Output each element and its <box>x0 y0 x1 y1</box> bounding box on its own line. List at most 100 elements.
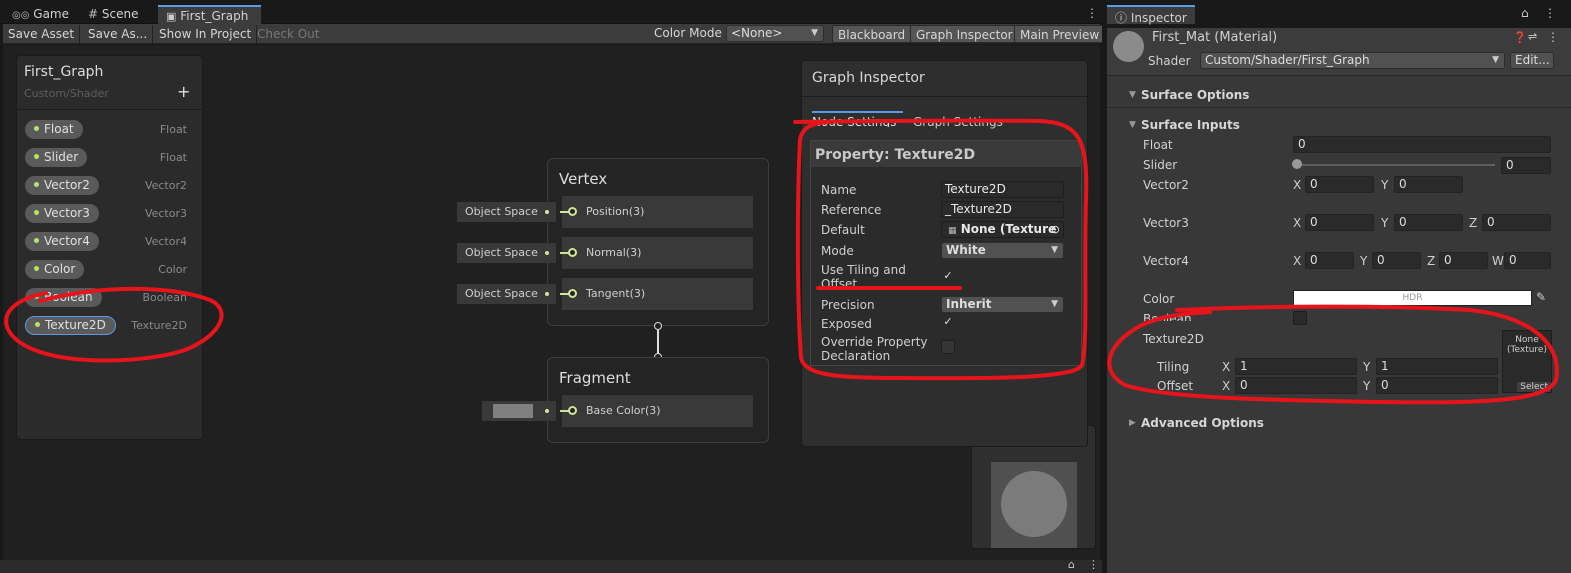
fragment-slot-base-color[interactable]: Base Color(3) <box>560 395 753 427</box>
tiling-x-field[interactable]: 1 <box>1235 358 1357 375</box>
vector4-w-field[interactable]: 0 <box>1504 252 1551 269</box>
color-swatch[interactable] <box>493 404 533 418</box>
main-preview-toggle[interactable]: Main Preview <box>1014 25 1106 43</box>
property-pill-vector4[interactable]: Vector4 <box>25 232 99 251</box>
lock-icon[interactable]: ⌂ <box>1068 558 1075 571</box>
mode-label: Mode <box>821 244 854 258</box>
axis-x-label: X <box>1293 254 1302 268</box>
object-picker-icon[interactable]: ⊙ <box>1051 222 1060 237</box>
shader-label: Shader <box>1148 54 1191 68</box>
vertex-node[interactable]: Vertex Position(3) Normal(3) Tangent(3) <box>547 158 769 326</box>
vector4-x-field[interactable]: 0 <box>1305 252 1354 269</box>
exposed-checkbox[interactable]: ✓ <box>941 316 955 330</box>
more-menu-icon[interactable]: ⋮ <box>1086 6 1098 20</box>
tab-game[interactable]: ◎◎ Game <box>4 5 77 24</box>
axis-x-label: X <box>1222 360 1231 374</box>
color-label: Color <box>1143 292 1175 306</box>
axis-y-label: Y <box>1381 216 1389 230</box>
override-checkbox[interactable] <box>941 340 955 354</box>
property-type: Texture2D <box>131 319 187 332</box>
vertex-slot-normal[interactable]: Normal(3) <box>560 237 753 269</box>
property-pill-vector2[interactable]: Vector2 <box>25 176 99 195</box>
eyedropper-icon[interactable]: ✎ <box>1536 290 1546 304</box>
vector4-z-field[interactable]: 0 <box>1439 252 1488 269</box>
vector3-y-field[interactable]: 0 <box>1394 214 1463 231</box>
more-menu-icon[interactable]: ⋮ <box>1088 558 1099 571</box>
property-pill-slider[interactable]: Slider <box>25 148 88 167</box>
port-icon[interactable] <box>568 406 577 415</box>
tiling-y-field[interactable]: 1 <box>1376 358 1498 375</box>
precision-dropdown[interactable]: Inherit ▼ <box>941 296 1064 313</box>
port-icon[interactable] <box>568 248 577 257</box>
vector4-y-field[interactable]: 0 <box>1372 252 1421 269</box>
vector3-z-field[interactable]: 0 <box>1482 214 1551 231</box>
boolean-label: Boolean <box>1143 312 1192 321</box>
slider-thumb[interactable] <box>1292 159 1302 169</box>
tab-scene-label: Scene <box>101 7 139 21</box>
graph-inspector-toggle[interactable]: Graph Inspector <box>910 25 1019 43</box>
tab-scene[interactable]: # Scene <box>80 5 146 24</box>
vector3-label: Vector3 <box>1143 216 1189 230</box>
override-label-1: Override Property <box>821 335 928 349</box>
blackboard-toggle[interactable]: Blackboard <box>832 25 912 43</box>
presets-icon[interactable]: ⇌ <box>1528 30 1537 43</box>
color-field[interactable]: HDR <box>1293 290 1532 306</box>
edit-shader-button[interactable]: Edit... <box>1510 52 1554 69</box>
save-as-button[interactable]: Save As... <box>83 25 154 43</box>
offset-y-field[interactable]: 0 <box>1376 377 1498 394</box>
shader-dropdown[interactable]: Custom/Shader/First_Graph ▼ <box>1200 52 1505 69</box>
graph-toolbar: Save Asset Save As... Show In Project Ch… <box>3 24 1106 44</box>
object-space-input[interactable]: Object Space <box>457 243 556 263</box>
float-field[interactable]: 0 <box>1293 136 1551 153</box>
surface-options-foldout[interactable]: ▼ Surface Options <box>1107 85 1571 105</box>
more-menu-icon[interactable]: ⋮ <box>1544 6 1556 20</box>
graph-canvas[interactable]: First_Graph Custom/Shader + Float Float Sl… <box>3 45 1100 560</box>
lock-icon[interactable]: ⌂ <box>1521 6 1529 20</box>
advanced-options-foldout[interactable]: ▶ Advanced Options <box>1107 413 1571 433</box>
chevron-down-icon: ▼ <box>1492 55 1499 65</box>
vector2-x-field[interactable]: 0 <box>1305 176 1374 193</box>
preview-viewport[interactable] <box>991 462 1077 548</box>
slider-track[interactable] <box>1297 164 1495 166</box>
tab-node-settings[interactable]: Node Settings <box>812 111 903 127</box>
property-pill-float[interactable]: Float <box>25 120 83 139</box>
object-space-input[interactable]: Object Space <box>457 202 556 222</box>
flow-port-icon[interactable] <box>654 322 662 330</box>
name-field[interactable]: Texture2D <box>941 181 1064 198</box>
object-space-input[interactable]: Object Space <box>457 284 556 304</box>
vector2-y-field[interactable]: 0 <box>1394 176 1463 193</box>
check-out-button[interactable]: Check Out <box>252 25 324 43</box>
offset-x-field[interactable]: 0 <box>1235 377 1357 394</box>
save-asset-button[interactable]: Save Asset <box>3 25 81 43</box>
help-icon[interactable]: ❓ <box>1513 31 1527 44</box>
vector3-x-field[interactable]: 0 <box>1305 214 1374 231</box>
show-in-project-button[interactable]: Show In Project <box>154 25 258 43</box>
use-tiling-checkbox[interactable]: ✓ <box>941 270 955 284</box>
mode-dropdown[interactable]: White ▼ <box>941 242 1064 259</box>
port-icon[interactable] <box>568 289 577 298</box>
fragment-node[interactable]: Fragment Base Color(3) <box>547 357 769 443</box>
more-menu-icon[interactable]: ⋮ <box>1547 30 1559 44</box>
tab-graph-settings[interactable]: Graph Settings <box>913 115 1003 129</box>
color-mode-dropdown[interactable]: <None> ▼ <box>726 25 824 42</box>
divider <box>1107 107 1571 108</box>
boolean-checkbox[interactable] <box>1293 311 1307 325</box>
vertex-slot-tangent[interactable]: Tangent(3) <box>560 278 753 310</box>
port-icon[interactable] <box>568 207 577 216</box>
use-tiling-label-1: Use Tiling and <box>821 263 906 277</box>
default-texture-field[interactable]: ▦ None (Texture ⊙ <box>941 221 1064 238</box>
vertex-slot-position[interactable]: Position(3) <box>560 196 753 228</box>
slider-value-field[interactable]: 0 <box>1501 157 1551 174</box>
property-pill-color[interactable]: Color <box>25 260 85 279</box>
property-pill-vector3[interactable]: Vector3 <box>25 204 99 223</box>
texture-slot[interactable]: None (Texture) Select <box>1502 330 1552 393</box>
select-texture-button[interactable]: Select <box>1517 382 1551 392</box>
axis-y-label: Y <box>1360 254 1368 268</box>
add-property-button[interactable]: + <box>177 82 190 101</box>
surface-inputs-foldout[interactable]: ▼ Surface Inputs <box>1107 115 1571 135</box>
property-pill-boolean[interactable]: Boolean <box>25 288 102 307</box>
reference-field[interactable]: _Texture2D <box>941 201 1064 218</box>
tab-inspector[interactable]: ⓘ Inspector <box>1107 5 1195 25</box>
tab-first-graph[interactable]: ▣ First_Graph <box>158 5 261 24</box>
property-pill-texture2d[interactable]: Texture2D <box>25 316 116 335</box>
